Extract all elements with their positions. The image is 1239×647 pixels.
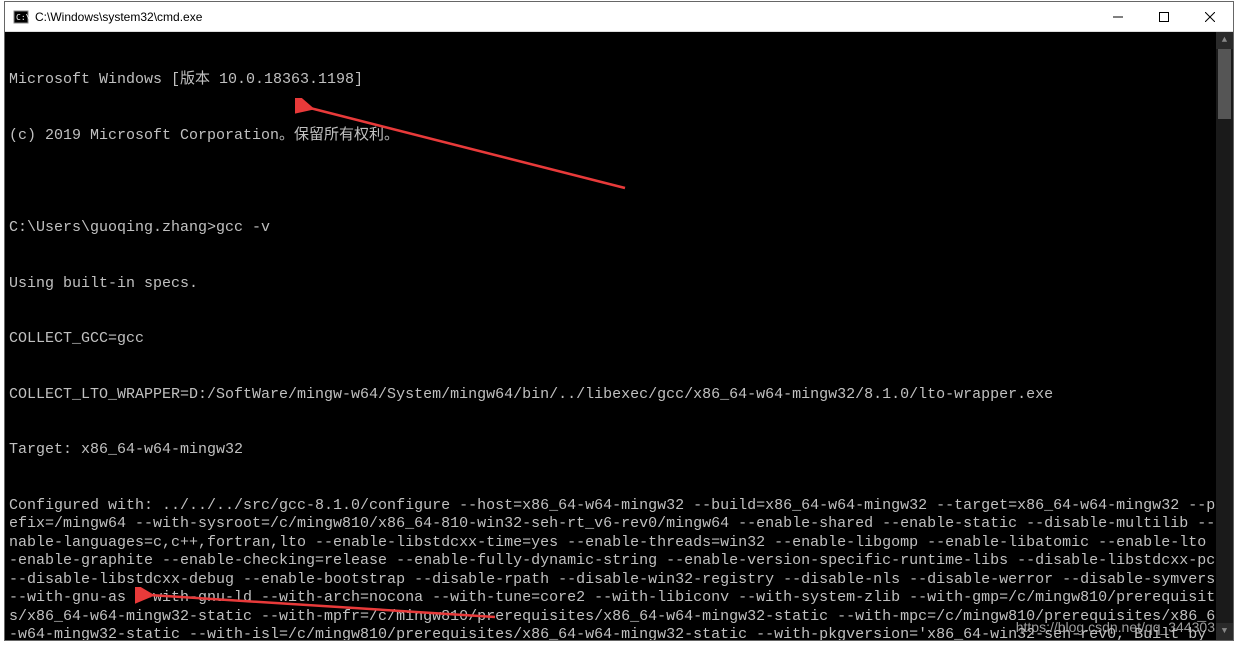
annotation-arrow-top [295, 98, 635, 198]
scroll-track[interactable] [1216, 49, 1233, 623]
terminal-line: COLLECT_LTO_WRAPPER=D:/SoftWare/mingw-w6… [9, 386, 1229, 405]
terminal-line: Using built-in specs. [9, 275, 1229, 294]
minimize-button[interactable] [1095, 2, 1141, 32]
scrollbar[interactable]: ▲ ▼ [1216, 32, 1233, 640]
cmd-icon: C:\ [13, 9, 29, 25]
terminal-line: Target: x86_64-w64-mingw32 [9, 441, 1229, 460]
maximize-button[interactable] [1141, 2, 1187, 32]
scroll-thumb[interactable] [1218, 49, 1231, 119]
scroll-down-arrow[interactable]: ▼ [1216, 623, 1233, 640]
svg-text:C:\: C:\ [16, 13, 29, 22]
close-button[interactable] [1187, 2, 1233, 32]
command: gcc -v [216, 219, 270, 236]
window-title: C:\Windows\system32\cmd.exe [35, 10, 202, 24]
terminal-prompt-line: C:\Users\guoqing.zhang>gcc -v [9, 219, 1229, 238]
scroll-up-arrow[interactable]: ▲ [1216, 32, 1233, 49]
terminal-body[interactable]: Microsoft Windows [版本 10.0.18363.1198] (… [5, 32, 1233, 640]
cmd-window: C:\ C:\Windows\system32\cmd.exe Microsof… [4, 1, 1234, 641]
terminal-line: (c) 2019 Microsoft Corporation。保留所有权利。 [9, 127, 1229, 146]
prompt: C:\Users\guoqing.zhang> [9, 219, 216, 236]
terminal-line: COLLECT_GCC=gcc [9, 330, 1229, 349]
terminal-line: Microsoft Windows [版本 10.0.18363.1198] [9, 71, 1229, 90]
titlebar[interactable]: C:\ C:\Windows\system32\cmd.exe [5, 2, 1233, 32]
watermark: https://blog.csdn.net/qq_344303 [1016, 618, 1215, 637]
